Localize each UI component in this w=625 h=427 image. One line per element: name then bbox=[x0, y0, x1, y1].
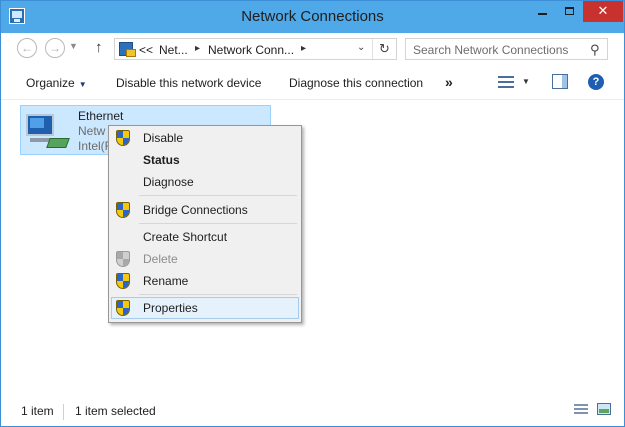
menu-separator bbox=[139, 195, 297, 196]
menu-item-disable[interactable]: Disable bbox=[111, 127, 299, 149]
menu-item-properties[interactable]: Properties bbox=[111, 297, 299, 319]
menu-item-diagnose[interactable]: Diagnose bbox=[111, 171, 299, 193]
uac-shield-icon bbox=[116, 130, 132, 146]
ethernet-adapter-icon bbox=[26, 112, 70, 152]
context-menu: Disable Status Diagnose Bridge Connectio… bbox=[108, 125, 302, 323]
uac-shield-disabled-icon bbox=[116, 251, 132, 267]
recent-locations-chevron-icon[interactable]: ▼ bbox=[69, 41, 78, 51]
up-button[interactable]: ↑ bbox=[95, 39, 103, 56]
connection-network: Netw bbox=[78, 124, 106, 138]
chevron-down-icon: ▼ bbox=[78, 80, 87, 89]
command-bar: Organize ▼ Disable this network device Di… bbox=[1, 65, 624, 100]
preview-pane-icon[interactable] bbox=[552, 74, 568, 89]
minimize-button[interactable] bbox=[529, 1, 556, 22]
large-icons-view-icon[interactable] bbox=[597, 403, 611, 415]
uac-shield-icon bbox=[116, 300, 132, 316]
item-count: 1 item bbox=[21, 404, 54, 418]
menu-item-label: Rename bbox=[143, 274, 189, 288]
menu-item-create-shortcut[interactable]: Create Shortcut bbox=[111, 226, 299, 248]
search-placeholder: Search Network Connections bbox=[413, 43, 569, 57]
organize-menu-button[interactable]: Organize ▼ bbox=[26, 76, 87, 90]
forward-arrow-icon: → bbox=[49, 41, 61, 55]
network-connections-window: Network Connections ✕ ← → ▼ ↑ << Net... … bbox=[0, 0, 625, 427]
menu-item-label: Properties bbox=[143, 301, 198, 315]
breadcrumb-chevron-icon[interactable]: ▸ bbox=[301, 43, 306, 54]
menu-item-status[interactable]: Status bbox=[111, 149, 299, 171]
menu-item-label: Diagnose bbox=[143, 175, 194, 189]
control-panel-icon bbox=[119, 42, 136, 57]
minimize-icon bbox=[538, 13, 547, 15]
refresh-icon: ↻ bbox=[379, 41, 390, 56]
breadcrumb-item[interactable]: Network Conn... bbox=[208, 43, 294, 57]
disable-device-button[interactable]: Disable this network device bbox=[116, 76, 261, 90]
connections-list[interactable]: Ethernet Netw Intel(R bbox=[1, 101, 624, 396]
up-arrow-icon: ↑ bbox=[95, 39, 103, 56]
more-commands-button[interactable]: » bbox=[445, 74, 453, 90]
menu-separator bbox=[139, 294, 297, 295]
address-overflow[interactable]: << bbox=[139, 43, 153, 57]
menu-item-label: Bridge Connections bbox=[143, 203, 248, 217]
status-divider bbox=[63, 404, 64, 420]
menu-separator bbox=[139, 223, 297, 224]
close-button[interactable]: ✕ bbox=[583, 1, 623, 22]
connection-name: Ethernet bbox=[78, 109, 124, 123]
back-arrow-icon: ← bbox=[21, 41, 33, 55]
status-bar: 1 item 1 item selected bbox=[1, 398, 624, 426]
change-view-icon[interactable] bbox=[498, 76, 514, 89]
details-view-icon[interactable] bbox=[574, 404, 588, 416]
title-bar[interactable]: Network Connections ✕ bbox=[1, 1, 624, 33]
menu-item-label: Disable bbox=[143, 131, 184, 145]
menu-item-label: Delete bbox=[143, 252, 178, 266]
address-dropdown-icon[interactable]: ⌄ bbox=[357, 42, 365, 53]
forward-button[interactable]: → bbox=[45, 38, 65, 58]
selection-count: 1 item selected bbox=[75, 404, 156, 418]
help-icon[interactable]: ? bbox=[588, 74, 604, 90]
diagnose-connection-button[interactable]: Diagnose this connection bbox=[289, 76, 423, 90]
refresh-button[interactable]: ↻ bbox=[372, 39, 396, 59]
view-options-dropdown-icon[interactable]: ▼ bbox=[522, 77, 530, 86]
search-icon[interactable]: ⚲ bbox=[590, 42, 600, 58]
menu-item-rename[interactable]: Rename bbox=[111, 270, 299, 292]
navigation-bar: ← → ▼ ↑ << Net... ▸ Network Conn... ▸ ⌄ … bbox=[1, 33, 624, 65]
organize-label: Organize bbox=[26, 76, 75, 90]
maximize-icon bbox=[565, 7, 574, 15]
menu-item-bridge-connections[interactable]: Bridge Connections bbox=[111, 199, 299, 221]
breadcrumb-chevron-icon[interactable]: ▸ bbox=[195, 43, 200, 54]
menu-item-label: Status bbox=[143, 153, 180, 167]
menu-item-label: Create Shortcut bbox=[143, 230, 228, 244]
breadcrumb-item[interactable]: Net... bbox=[159, 43, 188, 57]
address-bar[interactable]: << Net... ▸ Network Conn... ▸ ⌄ ↻ bbox=[114, 38, 397, 60]
uac-shield-icon bbox=[116, 202, 132, 218]
search-box[interactable]: Search Network Connections ⚲ bbox=[405, 38, 608, 60]
menu-item-delete: Delete bbox=[111, 248, 299, 270]
uac-shield-icon bbox=[116, 273, 132, 289]
back-button[interactable]: ← bbox=[17, 38, 37, 58]
maximize-button[interactable] bbox=[556, 1, 583, 22]
close-icon: ✕ bbox=[597, 3, 609, 18]
